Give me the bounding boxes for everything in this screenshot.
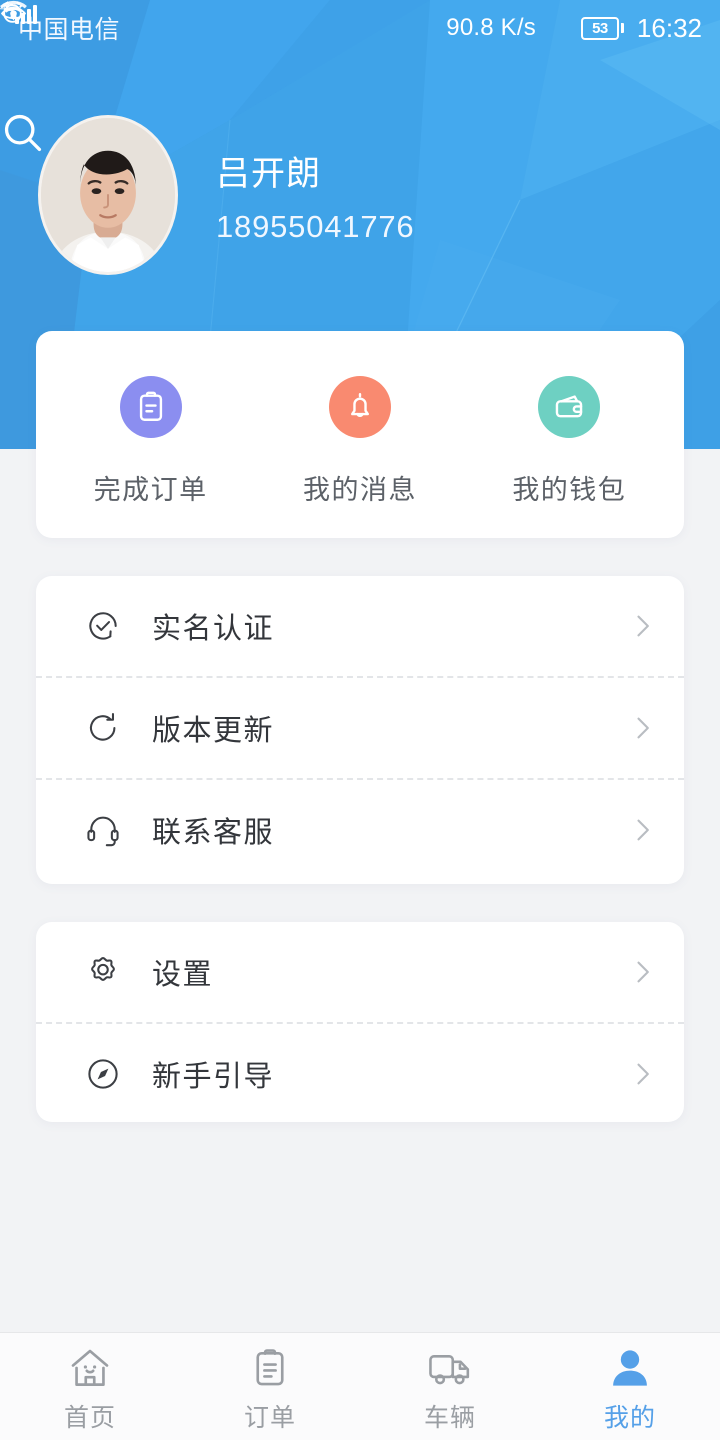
quick-actions-card: 完成订单 我的消息 我的钱包 (36, 331, 684, 538)
verified-check-icon (82, 605, 124, 647)
chevron-right-icon (628, 714, 656, 742)
tab-orders[interactable]: 订单 (180, 1340, 360, 1434)
menu-card-primary: 实名认证 版本更新 联系客服 (36, 576, 684, 884)
menu-item-label: 设置 (152, 959, 214, 991)
chevron-right-icon (628, 958, 656, 986)
bottom-tab-bar: 首页 订单 车辆 我的 (0, 1332, 720, 1440)
quick-action-label: 我的钱包 (512, 475, 627, 505)
quick-actions-row: 完成订单 我的消息 我的钱包 (36, 331, 684, 538)
wallet-icon (538, 376, 601, 438)
person-icon (608, 1344, 652, 1390)
quick-action-my-messages[interactable]: 我的消息 (270, 362, 450, 507)
menu-item-label: 版本更新 (152, 715, 275, 747)
avatar-photo (41, 118, 175, 272)
tab-label: 订单 (243, 1403, 296, 1432)
profile-text: 吕开朗 18955041776 (216, 146, 414, 245)
network-speed-label: 90.8 K/s (446, 14, 536, 41)
clipboard-icon (249, 1344, 291, 1390)
profile-row: 吕开朗 18955041776 (0, 110, 720, 280)
menu-card-secondary: 设置 新手引导 (36, 922, 684, 1122)
battery-tip (620, 23, 624, 33)
svg-text:4G: 4G (0, 2, 15, 14)
tab-vehicles[interactable]: 车辆 (360, 1340, 540, 1434)
battery-icon: 53 (580, 16, 624, 40)
chevron-right-icon (628, 1060, 656, 1088)
menu-item-label: 联系客服 (152, 817, 275, 849)
tab-label: 首页 (63, 1403, 116, 1432)
refresh-icon (82, 707, 124, 749)
menu-item-beginner-guide[interactable]: 新手引导 (36, 1024, 684, 1124)
chevron-right-icon (628, 816, 656, 844)
quick-action-label: 我的消息 (302, 475, 417, 505)
tab-profile[interactable]: 我的 (540, 1340, 720, 1434)
clock-time-label: 16:32 (636, 12, 702, 43)
truck-icon (426, 1344, 474, 1390)
tab-label: 车辆 (423, 1403, 476, 1432)
menu-item-contact-support[interactable]: 联系客服 (36, 780, 684, 880)
menu-item-label: 实名认证 (152, 613, 275, 645)
gear-icon (82, 951, 124, 993)
compass-icon (82, 1053, 124, 1095)
menu-item-settings[interactable]: 设置 (36, 922, 684, 1022)
menu-item-label: 新手引导 (152, 1061, 275, 1093)
user-name: 吕开朗 (216, 154, 321, 193)
user-phone: 18955041776 (216, 208, 415, 244)
app-root: 中国电信 90.8 K/s 4G 53 16:32 吕开朗 1895504177… (0, 0, 720, 1440)
home-icon (67, 1344, 113, 1390)
bell-icon (328, 376, 391, 438)
battery-level-label: 53 (580, 16, 619, 40)
tab-label: 我的 (603, 1403, 656, 1432)
search-icon[interactable] (4, 114, 680, 227)
menu-item-real-name-auth[interactable]: 实名认证 (36, 576, 684, 676)
quick-action-label: 完成订单 (93, 475, 208, 505)
status-bar-right: 90.8 K/s 4G 53 16:32 (0, 0, 702, 44)
menu-item-version-update[interactable]: 版本更新 (36, 678, 684, 778)
status-bar: 中国电信 90.8 K/s 4G 53 16:32 (0, 0, 720, 56)
headset-icon (82, 809, 124, 851)
quick-action-my-wallet[interactable]: 我的钱包 (479, 362, 659, 507)
avatar[interactable] (38, 115, 178, 275)
clipboard-icon (119, 376, 182, 438)
quick-action-completed-orders[interactable]: 完成订单 (61, 362, 241, 507)
tab-home[interactable]: 首页 (0, 1340, 180, 1434)
chevron-right-icon (628, 612, 656, 640)
